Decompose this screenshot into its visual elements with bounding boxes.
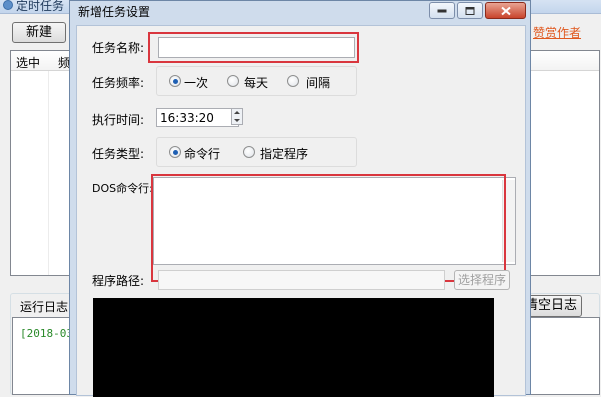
- program-path-label: 程序路径:: [92, 274, 145, 288]
- task-type-program-label[interactable]: 指定程序: [260, 145, 308, 162]
- task-type-command-label[interactable]: 命令行: [184, 145, 220, 162]
- frequency-daily-radio[interactable]: [227, 75, 239, 87]
- console-output: [93, 298, 494, 397]
- task-type-program-radio[interactable]: [243, 146, 255, 158]
- dialog-body: 任务名称: 任务频率: 一次 每天 间隔 执行时间: 16:33:20 任务类型…: [76, 25, 526, 397]
- exec-time-spinner[interactable]: [231, 108, 243, 125]
- spin-up-icon[interactable]: [232, 109, 242, 116]
- dialog-title: 新增任务设置: [78, 5, 151, 19]
- task-name-label: 任务名称:: [92, 41, 145, 55]
- dos-command-label: DOS命令行:: [92, 182, 153, 195]
- program-path-input[interactable]: [158, 270, 445, 290]
- sponsor-link[interactable]: 赞赏作者: [533, 24, 581, 41]
- column-divider: [48, 71, 49, 275]
- new-task-dialog: 新增任务设置 任务名称: 任务频率: 一次 每天 间隔 执行时间: 16:33:…: [69, 0, 531, 397]
- frequency-once-radio[interactable]: [169, 75, 181, 87]
- log-group-label: 运行日志: [18, 298, 71, 315]
- main-window-title: 定时任务: [16, 0, 65, 13]
- minimize-button[interactable]: [429, 2, 455, 19]
- app-icon: [3, 0, 13, 10]
- frequency-interval-label[interactable]: 间隔: [306, 74, 330, 91]
- frequency-label: 任务频率:: [92, 76, 145, 90]
- choose-program-button[interactable]: 选择程序: [454, 270, 510, 290]
- exec-time-input[interactable]: 16:33:20: [156, 108, 239, 127]
- frequency-daily-label[interactable]: 每天: [244, 74, 268, 91]
- new-task-button[interactable]: 新建: [12, 22, 66, 43]
- frequency-interval-radio[interactable]: [287, 75, 299, 87]
- task-type-command-radio[interactable]: [169, 146, 181, 158]
- minimize-icon: [437, 9, 447, 12]
- spin-down-icon[interactable]: [232, 117, 242, 124]
- frequency-once-label[interactable]: 一次: [184, 74, 208, 91]
- exec-time-label: 执行时间:: [92, 113, 145, 127]
- task-name-highlight: [148, 32, 359, 63]
- dos-command-highlight: [151, 174, 506, 282]
- task-type-label: 任务类型:: [92, 147, 145, 161]
- close-icon: [500, 6, 511, 15]
- close-button[interactable]: [485, 2, 526, 19]
- maximize-button[interactable]: [457, 2, 483, 19]
- maximize-icon: [465, 6, 475, 15]
- column-header-selected[interactable]: 选中: [16, 54, 40, 71]
